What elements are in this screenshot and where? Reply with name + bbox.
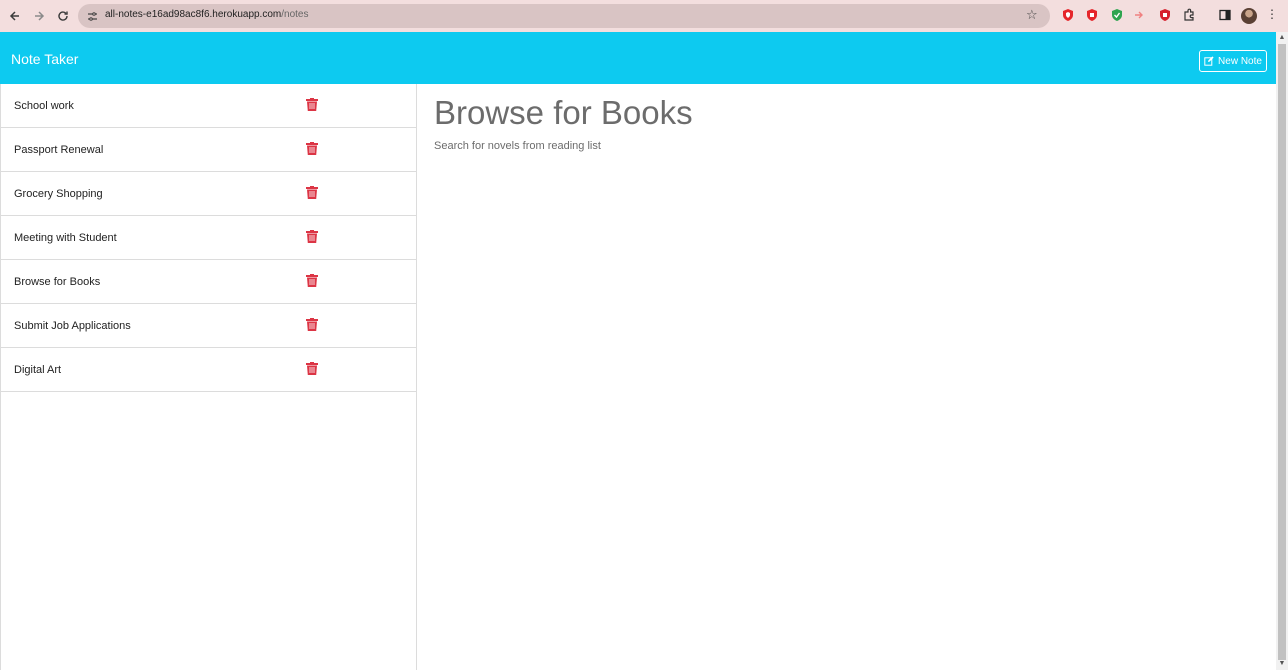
bookmark-star-icon[interactable]: ☆ [1026,7,1038,23]
note-title[interactable]: Browse for Books [434,94,693,132]
url-path: /notes [281,9,309,20]
app-title[interactable]: Note Taker [11,51,78,67]
note-label: Meeting with Student [14,232,117,244]
cast-icon[interactable] [1133,8,1147,22]
trash-icon[interactable] [306,274,318,287]
scroll-thumb[interactable] [1278,44,1286,660]
trash-icon[interactable] [306,186,318,199]
notes-list: School work Passport Renewal Grocery Sho… [0,84,417,670]
trash-icon[interactable] [306,230,318,243]
save-extension-icon[interactable] [1158,8,1172,22]
extensions-puzzle-icon[interactable] [1182,8,1196,22]
side-panel-icon[interactable] [1218,8,1232,22]
edit-icon [1204,56,1214,66]
trash-icon[interactable] [306,98,318,111]
list-item[interactable]: Grocery Shopping [1,172,417,216]
address-bar[interactable]: all-notes-e16ad98ac8f6.herokuapp.com/not… [78,4,1050,28]
trash-icon[interactable] [306,142,318,155]
scroll-up-arrow-icon[interactable]: ▲ [1278,34,1286,42]
list-item[interactable]: Passport Renewal [1,128,417,172]
brave-shield-icon[interactable] [1061,8,1075,22]
list-item[interactable]: Browse for Books [1,260,417,304]
trash-icon[interactable] [306,318,318,331]
forward-icon[interactable] [27,4,51,28]
browser-toolbar: all-notes-e16ad98ac8f6.herokuapp.com/not… [0,0,1288,32]
note-label: School work [14,100,74,112]
list-item[interactable]: School work [1,84,417,128]
url-text[interactable]: all-notes-e16ad98ac8f6.herokuapp.com/not… [105,9,308,20]
reload-icon[interactable] [51,4,75,28]
note-label: Digital Art [14,364,62,376]
site-info-icon[interactable] [84,8,100,24]
list-item[interactable]: Submit Job Applications [1,304,417,348]
profile-avatar[interactable] [1241,8,1257,24]
note-text[interactable]: Search for novels from reading list [434,140,601,152]
trash-icon[interactable] [306,362,318,375]
page-scrollbar[interactable]: ▲ ▼ [1276,32,1288,670]
new-note-label: New Note [1218,55,1262,67]
note-label: Submit Job Applications [14,320,131,332]
scroll-down-arrow-icon[interactable]: ▼ [1278,660,1286,668]
privacy-shield-icon[interactable] [1110,8,1124,22]
note-label: Browse for Books [14,276,101,288]
adblock-icon[interactable] [1085,8,1099,22]
note-label: Grocery Shopping [14,188,103,200]
back-icon[interactable] [3,4,27,28]
browser-menu-icon[interactable]: ⋮ [1266,7,1278,21]
note-detail: Browse for Books Search for novels from … [417,84,1276,670]
note-label: Passport Renewal [14,144,104,156]
new-note-button[interactable]: New Note [1199,50,1267,72]
list-item[interactable]: Digital Art [1,348,417,392]
list-item[interactable]: Meeting with Student [1,216,417,260]
url-host: all-notes-e16ad98ac8f6.herokuapp.com [105,9,282,20]
app-navbar: Note Taker New Note [0,32,1276,84]
